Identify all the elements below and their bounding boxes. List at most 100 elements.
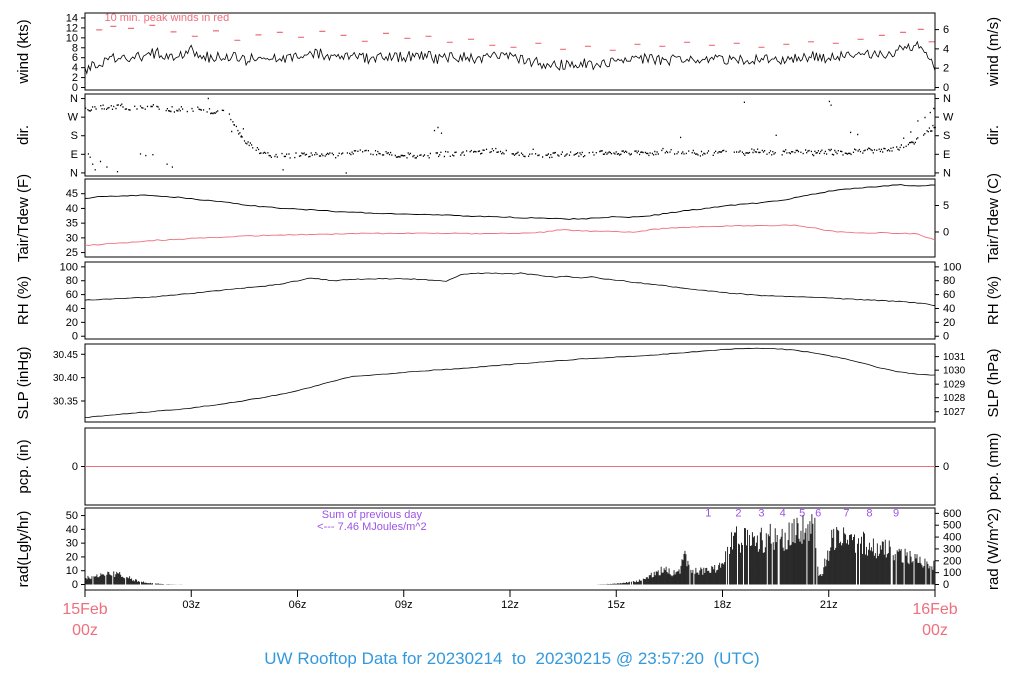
y-tick-label-left: W [68,112,79,124]
x-axis: 03z 06z 09z 12z 15z 18z 21z 15Feb 00z 16Feb 00z [62,590,958,639]
panel-border-dir [84,93,936,177]
y-tick-label-right: N [943,93,951,105]
chart-canvas: 02468101214 0 2 4 6 wind (kts) wind (m/s) 10 mi… [15,12,1002,639]
wind-speed-trace [84,40,936,75]
y-tick-label-right: 1029 [943,380,966,391]
y-tick-label-left: 20 [66,551,78,563]
hour-marker-7: 7 [843,507,849,519]
y-tick-label-left: 60 [66,289,78,301]
y-tick-label-left: S [71,130,78,142]
y-tick-label-left: 40 [66,203,78,215]
y-tick-label-left: 40 [66,524,78,536]
y-tick-label-left: 30.45 [53,350,78,361]
y-tick-label-right: 400 [943,532,961,544]
y-tick-label-right: 60 [943,289,955,301]
x-end-hour-label: 00z [922,622,948,639]
y-tick-label-right: 600 [943,508,961,520]
axis-title-left-wind: wind (kts) [15,19,32,84]
y-axis-left-dir: NWSEN [68,93,85,179]
hour-marker-3: 3 [758,507,764,519]
axis-title-right-slp: SLP (hPa) [985,349,1002,418]
panel-pcp: 0 0 pcp. (in) pcp. (mm) [15,427,1002,506]
x-tick-label: 12z [501,599,519,611]
y-tick-label-right: 0 [943,226,949,238]
y-axis-left-slp: 30.35 30.40 30.45 [53,350,85,407]
x-tick-label: 09z [395,599,413,611]
panel-slp: 30.35 30.40 30.45 1027 1028 1029 1030 1031 SLP (… [15,343,1002,423]
y-tick-label-right: 1031 [943,352,966,363]
axis-title-left-pcp: pcp. (in) [15,439,32,493]
x-tick-label: 15z [607,599,625,611]
slp-trace [84,347,936,418]
panel-border-wind [84,12,936,91]
axis-title-left-dir: dir. [15,125,32,145]
y-tick-label-right: 0 [943,579,949,591]
y-tick-label-left: 0 [72,579,78,591]
axis-title-right-tair: Tair/Tdew (C) [985,173,1002,263]
y-tick-label-left: 30.35 [53,396,78,407]
axis-title-right-rad: rad (W/m^2) [985,508,1002,590]
panel-border-slp [84,343,936,423]
y-tick-label-left: 45 [66,188,78,200]
y-axis-left-tair: 25 30 35 40 45 [66,188,85,259]
figure-title: UW Rooftop Data for 20230214 to 20230215… [264,649,760,668]
hour-marker-1: 1 [705,507,711,519]
y-tick-label-right: 1030 [943,366,966,377]
hour-marker-4: 4 [780,507,786,519]
y-tick-label-left: 30 [66,538,78,550]
panel-wind: 024681012140246wind (kts) wind (m/s)10 mi… [15,12,1002,94]
hour-marker-9: 9 [893,507,899,519]
annotation-rad-0: Sum of previous day [322,509,423,521]
x-tick-label: 06z [289,599,307,611]
y-tick-label-left: 20 [66,317,78,329]
y-tick-label-right: 0 [943,331,949,343]
hour-marker-8: 8 [866,507,872,519]
tdew-trace [84,224,936,246]
y-axis-left-rh: 0 20 40 60 80 100 [60,261,85,343]
rh-trace [84,272,936,307]
y-axis-right-wind: 0246 [935,24,949,94]
axis-title-left-slp: SLP (inHg) [15,346,32,419]
y-tick-label-right: 200 [943,555,961,567]
axis-title-right-dir: dir. [985,125,1002,145]
axis-title-right-pcp: pcp. (mm) [985,433,1002,501]
y-tick-label-left: E [71,149,78,161]
x-tick-label: 03z [182,599,200,611]
y-tick-label-right: 0 [943,461,949,473]
y-tick-label-left: 10 [66,565,78,577]
y-tick-label-left: 30 [66,232,78,244]
y-axis-left-wind: 02468101214 [66,12,85,94]
y-tick-label-left: 35 [66,218,78,230]
annotation-wind-0: 10 min. peak winds in red [104,12,229,24]
y-axis-right-rh: 0 20 40 60 80 100 [935,261,961,343]
y-tick-label-right: 2 [943,63,949,75]
y-tick-label-right: 5 [943,200,949,212]
y-axis-right-dir: NWSEN [935,93,954,179]
y-tick-label-right: 1027 [943,407,966,418]
y-tick-label-left: 0 [72,461,78,473]
y-tick-label-right: 4 [943,43,949,55]
y-axis-left-pcp: 0 [72,461,85,473]
y-tick-label-left: 50 [66,510,78,522]
y-tick-label-right: 500 [943,520,961,532]
hour-marker-6: 6 [815,507,821,519]
solar-radiation-bars [84,514,936,585]
y-tick-label-left: N [70,93,78,105]
x-tick-label: 18z [714,599,732,611]
x-start-hour-label: 00z [72,622,98,639]
y-axis-right-tair: 50 [935,200,949,238]
x-tick-label: 21z [820,599,838,611]
y-tick-label-right: 100 [943,261,961,273]
axis-title-left-rh: RH (%) [15,276,32,325]
wind-direction-dots [85,97,936,174]
y-tick-label-right: N [943,167,951,179]
y-tick-label-left: 100 [60,261,78,273]
axis-title-left-tair: Tair/Tdew (F) [15,174,32,262]
tair-trace [84,184,936,220]
x-end-date-label: 16Feb [912,601,957,618]
peak-wind-marks [96,24,935,51]
y-tick-label-left: 14 [66,12,78,24]
y-tick-label-left: 0 [72,331,78,343]
y-tick-label-right: S [943,130,950,142]
y-tick-label-right: 6 [943,24,949,36]
